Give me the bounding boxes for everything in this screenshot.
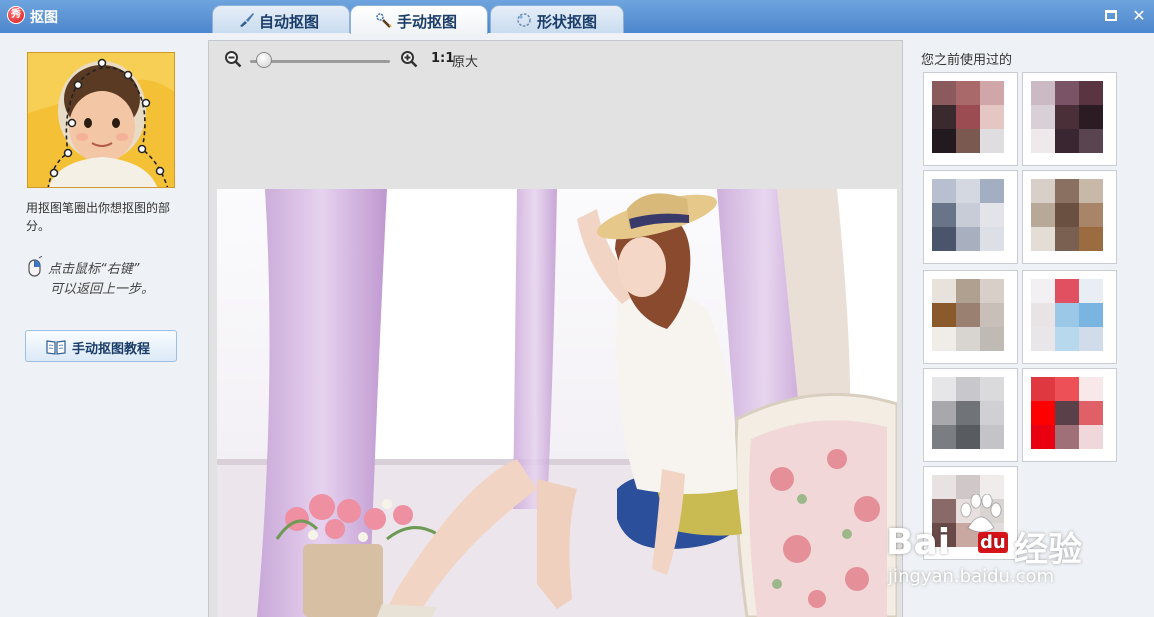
book-icon bbox=[46, 340, 66, 355]
zoom-in-icon[interactable] bbox=[400, 50, 418, 68]
hint-line-2: 可以返回上一步。 bbox=[50, 282, 155, 297]
app-logo-icon: 秀 bbox=[7, 6, 25, 24]
history-item[interactable] bbox=[1022, 270, 1117, 364]
watermark-product: 经验 bbox=[1014, 530, 1082, 570]
history-item[interactable] bbox=[1022, 72, 1117, 166]
maximize-icon bbox=[1105, 10, 1117, 21]
manual-cutout-tutorial-button[interactable]: 手动抠图教程 bbox=[25, 330, 177, 362]
tutorial-preview-image bbox=[27, 52, 175, 188]
baidu-watermark: Bai du 经验 jingyan.baidu.com bbox=[886, 494, 1146, 594]
tab-manual-cutout-label: 手动抠图 bbox=[397, 13, 458, 31]
shape-icon bbox=[517, 13, 531, 27]
actual-size-ratio[interactable]: 1:1 bbox=[431, 51, 454, 66]
mouse-icon bbox=[28, 256, 43, 277]
right-click-hint: 点击鼠标“右键” 可以返回上一步。 bbox=[26, 256, 196, 300]
maximize-button[interactable] bbox=[1101, 6, 1121, 26]
history-item[interactable] bbox=[923, 170, 1018, 264]
watermark-brand-du: du bbox=[978, 532, 1008, 553]
tab-shape-cutout[interactable]: 形状抠图 bbox=[490, 5, 624, 33]
title-bar: 秀 抠图 自动抠图 手动抠图 形状抠图 ✕ bbox=[0, 0, 1154, 34]
history-title: 您之前使用过的 bbox=[921, 53, 1013, 68]
close-button[interactable]: ✕ bbox=[1129, 6, 1149, 26]
history-item[interactable] bbox=[1022, 368, 1117, 462]
tab-manual-cutout[interactable]: 手动抠图 bbox=[350, 5, 488, 34]
zoom-out-icon[interactable] bbox=[224, 50, 242, 68]
help-text: 用抠图笔圈出你想抠图的部分。 bbox=[26, 201, 171, 233]
window-title: 抠图 bbox=[30, 10, 58, 26]
history-item[interactable] bbox=[923, 72, 1018, 166]
watermark-brand: Bai bbox=[886, 522, 951, 563]
history-item[interactable] bbox=[1022, 170, 1117, 264]
pen-tool-icon bbox=[376, 13, 392, 28]
tutorial-button-label: 手动抠图教程 bbox=[72, 342, 151, 357]
history-item[interactable] bbox=[923, 368, 1018, 462]
zoom-slider-handle[interactable] bbox=[256, 52, 272, 68]
actual-size-label[interactable]: 原大 bbox=[452, 51, 478, 70]
tab-auto-cutout[interactable]: 自动抠图 bbox=[212, 5, 350, 33]
tab-shape-cutout-label: 形状抠图 bbox=[537, 13, 598, 31]
history-item[interactable] bbox=[923, 270, 1018, 364]
paw-logo-icon bbox=[960, 494, 1002, 533]
edit-photo[interactable] bbox=[217, 189, 897, 617]
tab-auto-cutout-label: 自动抠图 bbox=[259, 13, 320, 31]
watermark-url: jingyan.baidu.com bbox=[888, 566, 1055, 587]
brush-icon bbox=[240, 13, 254, 27]
hint-line-1: 点击鼠标“右键” bbox=[48, 262, 140, 277]
